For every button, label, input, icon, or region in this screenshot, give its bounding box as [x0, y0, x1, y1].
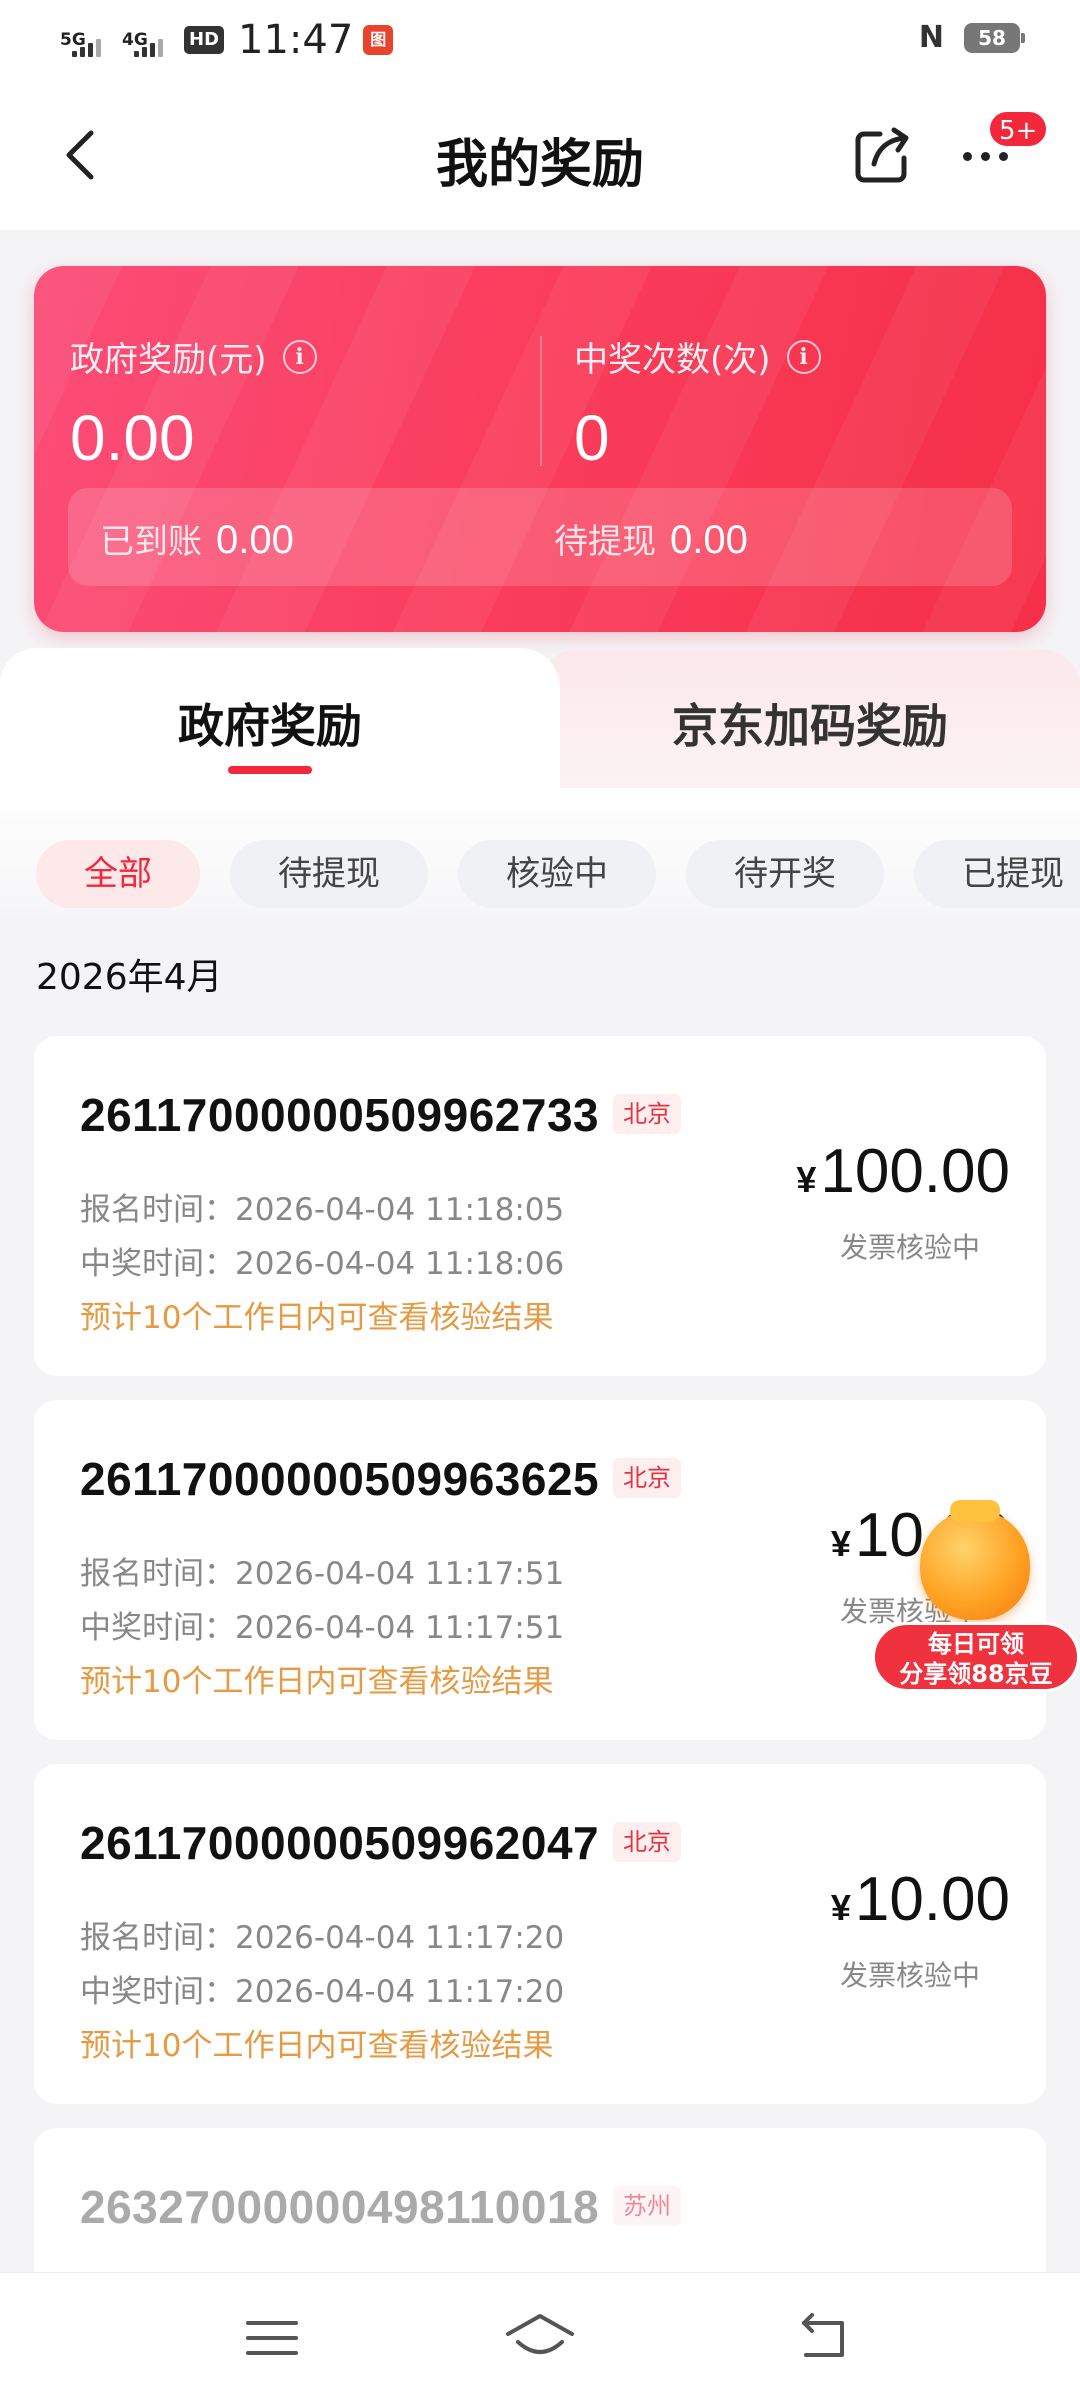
pending-value: 0.00 — [670, 518, 748, 562]
signup-time: 报名时间：2026-04-04 11:18:05 — [80, 1192, 565, 1228]
notification-badge: 5+ — [988, 110, 1049, 148]
gov-reward-label: 政府奖励(元) — [70, 340, 267, 380]
city-tag: 北京 — [613, 1094, 681, 1134]
win-count-label: 中奖次数(次) — [574, 340, 771, 380]
active-tab-indicator — [228, 766, 312, 774]
page-title: 我的奖励 — [435, 135, 644, 195]
verification-note: 预计10个工作日内可查看核验结果 — [80, 2028, 554, 2064]
reward-amount: ¥100.00 — [796, 1136, 1010, 1207]
credited-amount: 已到账 0.00 — [100, 514, 294, 563]
record-id: 26117000000509962047 — [80, 1817, 600, 1869]
nfc-icon: N — [918, 20, 944, 55]
win-time: 中奖时间：2026-04-04 11:17:51 — [80, 1610, 565, 1646]
signal-5g-icon: 5G — [60, 17, 112, 63]
signup-time: 报名时间：2026-04-04 11:17:20 — [80, 1920, 565, 1956]
record-status: 发票核验中 — [839, 1231, 980, 1264]
filter-bar: 全部 待提现 核验中 待开奖 已提现 — [0, 788, 1080, 916]
status-left: 5G 4G HD 11:47 图 — [60, 16, 394, 64]
stat-divider — [540, 336, 542, 466]
hd-voice-icon: HD — [184, 26, 225, 54]
verification-note: 预计10个工作日内可查看核验结果 — [80, 1300, 554, 1336]
daily-bean-promo[interactable]: 每日可领 分享领88京豆 — [872, 1500, 1080, 1700]
info-icon[interactable]: i — [786, 339, 821, 374]
city-tag: 北京 — [613, 1458, 681, 1498]
reward-amount: ¥10.00 — [831, 1864, 1010, 1935]
filter-chip-pending-draw[interactable]: 待开奖 — [686, 840, 884, 908]
lucky-bag-icon — [920, 1500, 1030, 1620]
filter-chip-pending-withdraw[interactable]: 待提现 — [230, 840, 428, 908]
share-icon — [855, 127, 909, 183]
back-arrow-icon — [802, 2313, 844, 2357]
status-bar: 5G 4G HD 11:47 图 N 58 — [0, 0, 1080, 80]
win-time: 中奖时间：2026-04-04 11:18:06 — [80, 1246, 565, 1282]
win-count-value: 0 — [574, 402, 610, 474]
city-tag: 北京 — [613, 1822, 681, 1862]
battery-icon: 58 — [964, 22, 1025, 53]
record-id: 26117000000509962733 — [80, 1089, 600, 1141]
tab-gov-reward[interactable]: 政府奖励 — [0, 690, 540, 756]
city-tag: 苏州 — [613, 2186, 681, 2226]
filter-chip-withdrawn[interactable]: 已提现 — [914, 840, 1080, 908]
win-time: 中奖时间：2026-04-04 11:17:20 — [80, 1974, 565, 2010]
record-id: 26327000000498110018 — [80, 2181, 600, 2233]
home-button[interactable] — [500, 2303, 580, 2373]
reward-tabs: 政府奖励 京东加码奖励 — [0, 648, 1080, 788]
app-header: 我的奖励 5+ — [0, 80, 1080, 230]
filter-chip-all[interactable]: 全部 — [36, 840, 200, 908]
record-status: 发票核验中 — [839, 1959, 980, 1992]
signal-4g-icon: 4G — [122, 17, 174, 63]
reward-record-card[interactable]: 26117000000509962047 北京 报名时间：2026-04-04 … — [34, 1764, 1046, 2104]
credited-label: 已到账 — [100, 522, 202, 562]
app-notification-icon: 图 — [363, 25, 394, 55]
system-nav-bar — [0, 2272, 1080, 2400]
reward-record-card[interactable]: 26117000000509962733 北京 报名时间：2026-04-04 … — [34, 1036, 1046, 1376]
credited-value: 0.00 — [216, 518, 294, 562]
gov-reward-value: 0.00 — [70, 402, 195, 474]
gov-reward-stat: 政府奖励(元) i 0.00 — [70, 332, 317, 475]
status-right: N 58 — [918, 20, 1025, 55]
back-nav-button[interactable] — [782, 2303, 862, 2373]
promo-pill: 每日可领 分享领88京豆 — [872, 1622, 1080, 1692]
share-button[interactable] — [850, 124, 914, 188]
promo-line-1: 每日可领 — [928, 1630, 1024, 1658]
balance-summary: 已到账 0.00 待提现 0.00 — [68, 488, 1012, 586]
win-count-stat: 中奖次数(次) i 0 — [574, 332, 821, 475]
currency-symbol: ¥ — [796, 1159, 817, 1200]
reward-summary-card: 政府奖励(元) i 0.00 中奖次数(次) i 0 已到账 0.00 待提现 … — [34, 266, 1046, 632]
currency-symbol: ¥ — [830, 1523, 851, 1564]
amount-value: 10.00 — [854, 1865, 1010, 1934]
pending-amount: 待提现 0.00 — [554, 514, 748, 563]
amount-value: 100.00 — [820, 1137, 1010, 1206]
home-icon — [506, 2314, 574, 2354]
record-id: 26117000000509963625 — [80, 1453, 600, 1505]
filter-chip-verifying[interactable]: 核验中 — [458, 840, 656, 908]
status-time: 11:47 — [238, 17, 354, 63]
info-icon[interactable]: i — [282, 339, 317, 374]
pending-label: 待提现 — [554, 522, 656, 562]
currency-symbol: ¥ — [830, 1887, 851, 1928]
tab-jd-bonus-reward[interactable]: 京东加码奖励 — [540, 690, 1080, 756]
signup-time: 报名时间：2026-04-04 11:17:51 — [80, 1556, 565, 1592]
month-heading: 2026年4月 — [36, 957, 223, 998]
verification-note: 预计10个工作日内可查看核验结果 — [80, 1664, 554, 1700]
promo-line-2: 分享领88京豆 — [899, 1660, 1053, 1688]
recent-apps-button[interactable] — [232, 2303, 312, 2373]
